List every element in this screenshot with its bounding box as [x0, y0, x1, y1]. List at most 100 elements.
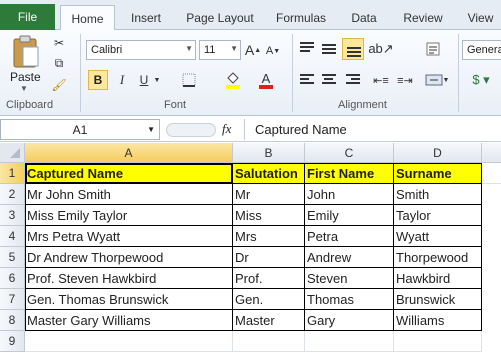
select-all-icon — [10, 148, 20, 158]
cell-d1[interactable]: Surname — [394, 163, 482, 184]
row-header-4[interactable]: 4 — [0, 226, 25, 247]
borders-icon — [182, 73, 196, 87]
tab-page-layout[interactable]: Page Layout — [180, 6, 260, 30]
cell-d6[interactable]: Hawkbird — [394, 268, 482, 289]
cell-d3[interactable]: Taylor — [394, 205, 482, 226]
cell-c4[interactable]: Petra — [305, 226, 394, 247]
cell-d9[interactable] — [394, 331, 482, 352]
column-header-c[interactable]: C — [305, 143, 394, 163]
cell-a8[interactable]: Master Gary Williams — [25, 310, 233, 331]
select-all-button[interactable] — [0, 143, 25, 163]
cell-d5[interactable]: Thorpewood — [394, 247, 482, 268]
shrink-font-button[interactable]: A ▼ — [265, 42, 281, 60]
column-header-a[interactable]: A — [25, 143, 233, 163]
cell-d2[interactable]: Smith — [394, 184, 482, 205]
tab-insert[interactable]: Insert — [120, 6, 172, 30]
tab-view[interactable]: View — [460, 6, 501, 30]
row-header-9[interactable]: 9 — [0, 331, 25, 352]
cell-a4[interactable]: Mrs Petra Wyatt — [25, 226, 233, 247]
format-painter-icon[interactable]: 🖌 — [50, 76, 68, 94]
row-header-8[interactable]: 8 — [0, 310, 25, 331]
name-box[interactable]: A1 ▼ — [0, 119, 160, 140]
cell-b7[interactable]: Gen. — [233, 289, 305, 310]
fill-color-button[interactable] — [222, 70, 244, 90]
align-middle-icon[interactable] — [322, 44, 336, 56]
column-header-b[interactable]: B — [233, 143, 305, 163]
cut-icon[interactable]: ✂ — [50, 34, 68, 52]
tab-formulas[interactable]: Formulas — [270, 6, 332, 30]
cell-c5[interactable]: Andrew — [305, 247, 394, 268]
tab-review[interactable]: Review — [396, 6, 450, 30]
paste-button[interactable] — [8, 34, 44, 70]
align-top-icon[interactable] — [300, 42, 314, 54]
cell-a3[interactable]: Miss Emily Taylor — [25, 205, 233, 226]
cell-c7[interactable]: Thomas — [305, 289, 394, 310]
font-color-button[interactable]: A — [256, 70, 276, 90]
cell-c1[interactable]: First Name — [305, 163, 394, 184]
decrease-indent-icon[interactable]: ⇤≡ — [370, 70, 392, 90]
table-top-border — [25, 163, 482, 164]
row-header-6[interactable]: 6 — [0, 268, 25, 289]
cell-b4[interactable]: Mrs — [233, 226, 305, 247]
cell-b2[interactable]: Mr — [233, 184, 305, 205]
cell-b5[interactable]: Dr — [233, 247, 305, 268]
cell-b1[interactable]: Salutation — [233, 163, 305, 184]
paste-dropdown-icon[interactable]: ▼ — [20, 84, 28, 93]
underline-button[interactable]: U — [136, 70, 152, 90]
insert-function-icon[interactable]: fx — [222, 121, 231, 137]
group-separator — [292, 34, 293, 112]
tab-file[interactable]: File — [0, 4, 55, 30]
tab-data[interactable]: Data — [342, 6, 386, 30]
wrap-text-icon[interactable] — [422, 38, 444, 60]
underline-dropdown-icon[interactable]: ▼ — [152, 70, 162, 90]
row-header-7[interactable]: 7 — [0, 289, 25, 310]
cell-c2[interactable]: John — [305, 184, 394, 205]
cell-a7[interactable]: Gen. Thomas Brunswick — [25, 289, 233, 310]
cell-a5[interactable]: Dr Andrew Thorpewood — [25, 247, 233, 268]
cell-c3[interactable]: Emily — [305, 205, 394, 226]
cell-d7[interactable]: Brunswick — [394, 289, 482, 310]
number-format-select[interactable]: Genera — [462, 40, 501, 60]
column-header-d[interactable]: D — [394, 143, 482, 163]
cell-a9[interactable] — [25, 331, 233, 352]
cell-b3[interactable]: Miss — [233, 205, 305, 226]
column-header-e[interactable] — [482, 143, 501, 163]
grow-font-button[interactable]: A ▲ — [245, 40, 261, 60]
formula-bar: A1 ▼ fx Captured Name — [0, 117, 501, 142]
row-header-5[interactable]: 5 — [0, 247, 25, 268]
cell-b9[interactable] — [233, 331, 305, 352]
cell-d4[interactable]: Wyatt — [394, 226, 482, 247]
cell-a1[interactable]: Captured Name — [25, 163, 233, 184]
row-header-1[interactable]: 1 — [0, 163, 25, 184]
orientation-icon[interactable]: ab↗ — [368, 40, 393, 58]
formula-input[interactable]: Captured Name — [244, 119, 501, 140]
align-center-icon[interactable] — [322, 74, 336, 86]
font-size-select[interactable]: 11 ▼ — [199, 40, 241, 60]
chevron-down-icon: ▼ — [230, 44, 238, 53]
row-header-3[interactable]: 3 — [0, 205, 25, 226]
bold-button[interactable]: B — [88, 70, 108, 90]
fill-bucket-icon — [226, 72, 240, 89]
row-header-2[interactable]: 2 — [0, 184, 25, 205]
cell-c9[interactable] — [305, 331, 394, 352]
align-right-icon[interactable] — [346, 74, 360, 86]
cell-a2[interactable]: Mr John Smith — [25, 184, 233, 205]
cell-e1[interactable] — [482, 163, 501, 184]
cell-d8[interactable]: Williams — [394, 310, 482, 331]
currency-icon[interactable]: $ ▾ — [466, 70, 496, 90]
formula-bar-resize-handle[interactable] — [166, 123, 216, 137]
tab-home[interactable]: Home — [60, 5, 115, 31]
align-left-icon[interactable] — [300, 74, 314, 86]
cell-c8[interactable]: Gary — [305, 310, 394, 331]
borders-button[interactable] — [178, 70, 200, 90]
cell-b6[interactable]: Prof. — [233, 268, 305, 289]
merge-center-button[interactable]: ▼ — [422, 70, 452, 90]
cell-c6[interactable]: Steven — [305, 268, 394, 289]
increase-indent-icon[interactable]: ≡⇥ — [394, 70, 416, 90]
align-bottom-button[interactable] — [342, 38, 364, 60]
cell-b8[interactable]: Master — [233, 310, 305, 331]
italic-button[interactable]: I — [112, 70, 132, 90]
cell-a6[interactable]: Prof. Steven Hawkbird — [25, 268, 233, 289]
font-family-select[interactable]: Calibri ▼ — [86, 40, 196, 60]
copy-icon[interactable]: ⧉ — [50, 54, 68, 72]
